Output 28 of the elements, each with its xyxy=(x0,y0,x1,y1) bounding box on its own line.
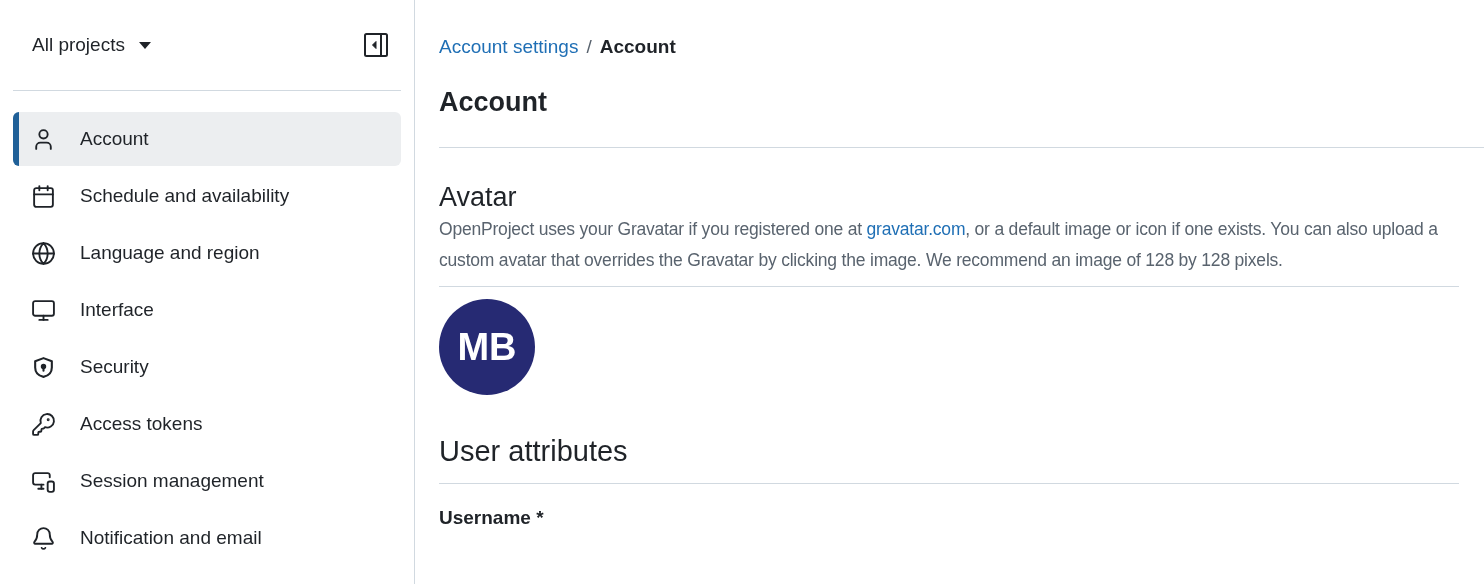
nav-item[interactable]: Notification and email xyxy=(13,511,401,565)
gravatar-link[interactable]: gravatar.com xyxy=(866,219,966,239)
nav-item[interactable]: Session management xyxy=(13,454,401,508)
page-title: Account xyxy=(439,86,548,119)
caret-icon xyxy=(138,41,151,49)
nav-item[interactable]: Account xyxy=(13,112,401,166)
nav-item[interactable]: Access tokens xyxy=(13,397,401,451)
globe-icon xyxy=(31,240,56,266)
bell-icon xyxy=(31,525,56,551)
section-title: User attributes xyxy=(439,433,1459,484)
key-icon xyxy=(31,411,56,437)
nav-item[interactable]: Security xyxy=(13,340,401,394)
breadcrumb-link[interactable]: Account settings xyxy=(439,32,579,62)
monitor-icon xyxy=(31,297,56,323)
nav-item[interactable]: Language and region xyxy=(13,226,401,280)
breadcrumb-separator: / xyxy=(586,34,592,59)
shield-icon xyxy=(31,354,56,380)
collapse-sidebar-button[interactable] xyxy=(363,32,389,58)
nav-item[interactable]: Schedule and availability xyxy=(13,169,401,223)
avatar-description: OpenProject uses your Gravatar if you registered one at gravatar.com, or a default image or icon if one exists. You can also upload a custom avatar that overrides the Gravatar by clicking the image. We recommend an image of 128 by 128 pixels. xyxy=(439,214,1459,287)
panel-icon xyxy=(363,32,389,58)
section-title: Avatar xyxy=(439,181,518,214)
nav-item[interactable]: Interface xyxy=(13,283,401,337)
breadcrumb-current: Account xyxy=(599,34,676,59)
project-selector[interactable]: All projects xyxy=(32,30,151,60)
calendar-icon xyxy=(31,183,56,209)
avatar[interactable]: MB xyxy=(439,299,535,395)
field-label: Username * xyxy=(439,506,545,530)
